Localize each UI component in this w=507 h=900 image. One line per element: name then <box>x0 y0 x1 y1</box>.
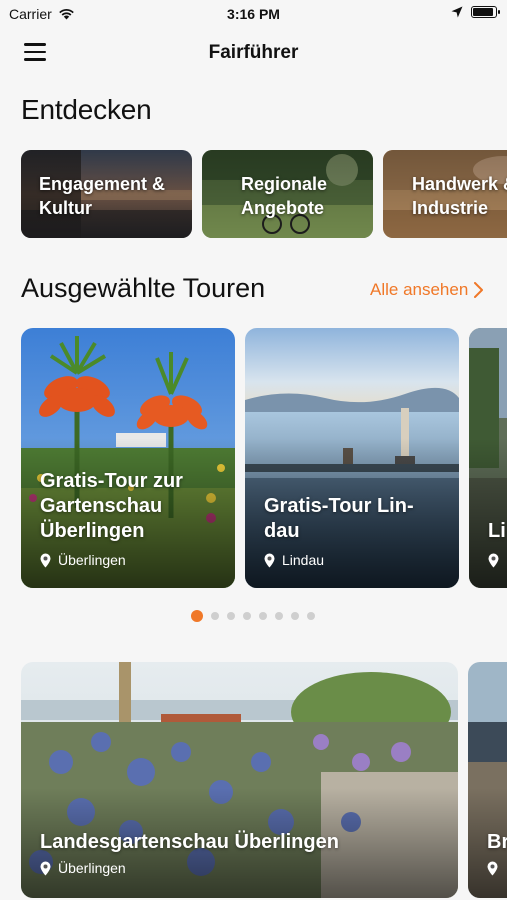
chevron-right-icon <box>474 282 484 298</box>
location-pin-icon <box>40 861 51 875</box>
highlight-card-partial[interactable]: Br <box>468 662 507 898</box>
highlight-card-landesgartenschau[interactable]: Landesgartenschau Überlingen Überlingen <box>21 662 458 898</box>
page-dot[interactable] <box>291 612 299 620</box>
location-pin-icon <box>40 553 51 567</box>
featured-tours-heading: Ausgewählte Touren <box>21 273 266 303</box>
status-bar: Carrier 3:16 PM <box>0 0 507 28</box>
highlight-location <box>487 861 498 876</box>
tour-card-partial[interactable]: Li <box>469 328 507 588</box>
tour-title: Gratis-Tour zur Gartenschau Überlingen <box>40 469 183 544</box>
tour-location <box>488 553 499 568</box>
app-title: Fairführer <box>208 42 299 63</box>
see-all-label: Alle ansehen <box>370 280 469 299</box>
highlight-title: Br <box>487 831 507 853</box>
page-dot-active[interactable] <box>191 610 203 622</box>
highlight-carousel[interactable]: Landesgartenschau Überlingen Überlingen … <box>21 662 507 898</box>
highlight-title: Landesgartenschau Überlingen <box>40 831 339 853</box>
page-dot[interactable] <box>307 612 315 620</box>
location-pin-icon <box>488 553 499 568</box>
category-label: Engagement & Kultur <box>39 172 165 220</box>
discover-heading: Entdecken <box>21 94 152 125</box>
highlight-location: Überlingen <box>40 860 126 876</box>
carousel-page-indicator[interactable] <box>191 610 315 622</box>
tour-carousel[interactable]: Gratis-Tour zur Gartenschau Überlingen Ü… <box>21 328 507 588</box>
tour-title: Gratis-Tour Lin- dau <box>264 494 414 544</box>
page-dot[interactable] <box>259 612 267 620</box>
page-dot[interactable] <box>211 612 219 620</box>
tour-title-text: Gratis-Tour zur Gartenschau Überlingen <box>40 470 183 542</box>
category-card-engagement-kultur[interactable]: Engagement & Kultur <box>21 150 192 238</box>
tour-location-label: Überlingen <box>58 552 126 568</box>
category-label-text: Regionale Angebote <box>241 174 328 218</box>
tour-location-label: Lindau <box>282 552 325 568</box>
location-pin-icon <box>264 553 275 567</box>
tour-location: Überlingen <box>40 552 126 568</box>
page-dot[interactable] <box>275 612 283 620</box>
tour-location: Lindau <box>264 552 324 568</box>
page-dot[interactable] <box>243 612 251 620</box>
tour-card-gartenschau-ueberlingen[interactable]: Gratis-Tour zur Gartenschau Überlingen Ü… <box>21 328 235 588</box>
location-pin-icon <box>487 861 498 876</box>
navigation-bar: Fairführer <box>0 28 507 78</box>
page-dot[interactable] <box>227 612 235 620</box>
category-label: Handwerk & Industrie <box>412 172 507 220</box>
category-label-text: Handwerk & Industrie <box>412 174 507 218</box>
tour-card-lindau[interactable]: Gratis-Tour Lin- dau Lindau <box>245 328 459 588</box>
location-arrow-icon <box>451 6 463 18</box>
tour-title: Li <box>488 520 506 542</box>
category-label-text: Engagement & Kultur <box>39 174 166 218</box>
status-right <box>451 6 500 18</box>
category-card-regionale-angebote[interactable]: Regionale Angebote <box>202 150 373 238</box>
tour-title-text: Gratis-Tour Lin- dau <box>264 495 414 542</box>
battery-icon <box>471 6 500 18</box>
see-all-link[interactable]: Alle ansehen <box>370 280 484 300</box>
category-card-handwerk-industrie[interactable]: Handwerk & Industrie <box>383 150 507 238</box>
category-label: Regionale Angebote <box>241 172 327 220</box>
highlight-location-label: Überlingen <box>58 860 126 876</box>
clock: 3:16 PM <box>227 6 280 22</box>
category-carousel[interactable]: Engagement & Kultur Regionale Angebote H… <box>21 150 507 238</box>
